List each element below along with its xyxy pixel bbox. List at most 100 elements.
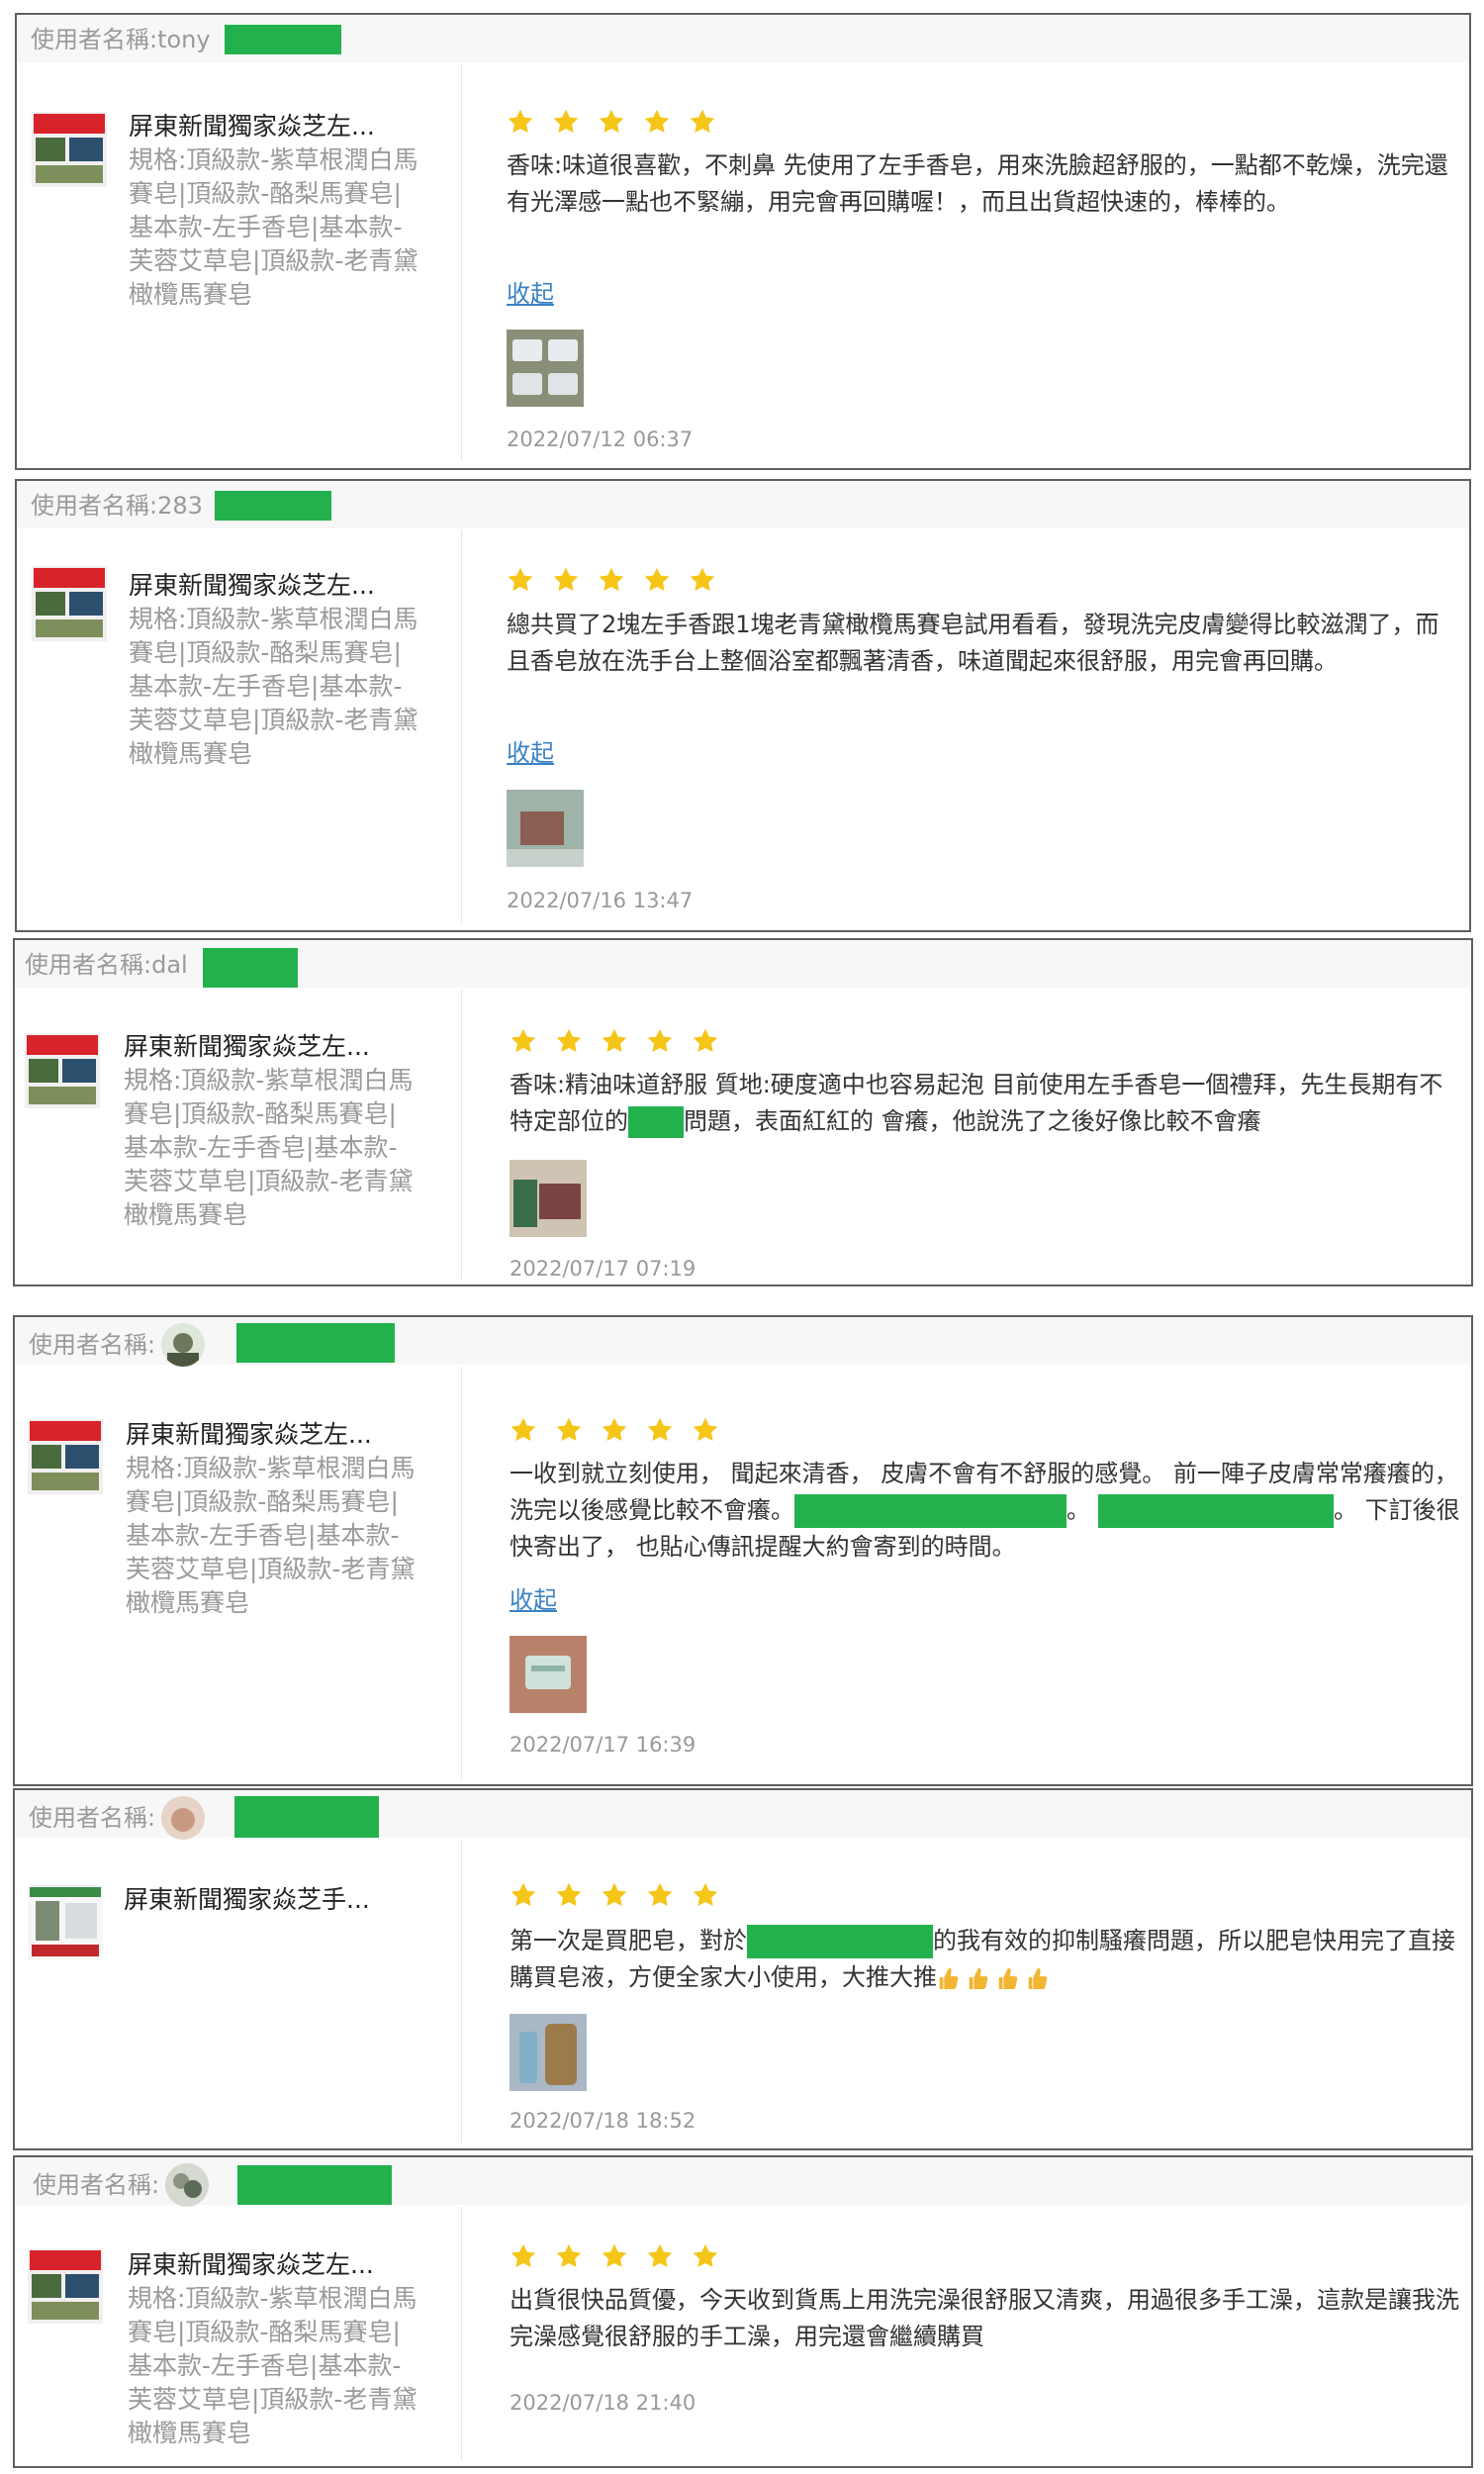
product-title[interactable]: 屏東新聞獨家焱芝左... [129,569,375,603]
star-icon [646,2242,674,2270]
product-spec: 規格:頂級款-紫草根潤白馬賽皂|頂級款-酪梨馬賽皂|基本款-左手香皂|基本款-芙… [129,145,418,309]
review-comment: 香味:精油味道舒服 質地:硬度適中也容易起泡 目前使用左手香皂一個禮拜，先生長期… [510,1067,1464,1140]
comment-text: 問題，表面紅紅的 會癢，他說洗了之後好像比較不會癢 [684,1107,1261,1135]
star-icon [643,566,671,594]
emoji-group [937,1963,1056,1991]
review-date: 2022/07/12 06:37 [507,428,694,451]
review-header: 使用者名稱:tony [17,15,1469,62]
star-rating [510,1027,737,1057]
star-icon [555,1416,583,1444]
redaction-block [236,1323,395,1363]
redaction-block [234,1796,379,1838]
column-divider [461,990,462,1279]
avatar[interactable] [165,2163,210,2207]
review-photo[interactable] [507,330,584,407]
product-thumbnail[interactable] [28,1419,103,1494]
review-comment: 香味:味道很喜歡，不刺鼻 先使用了左手香皂，用來洗臉超舒服的，一點都不乾燥，洗完… [507,151,1448,216]
review-date: 2022/07/16 13:47 [507,889,694,912]
redaction-block [215,491,331,521]
product-thumbnail[interactable] [25,1033,100,1108]
username: 使用者名稱:283 [31,492,203,520]
review-date: 2022/07/17 16:39 [510,1733,696,1757]
review-photo[interactable] [507,790,584,867]
product-title[interactable]: 屏東新聞獨家焱芝左... [124,1030,370,1064]
column-divider [461,2207,462,2460]
review-comment: 出貨很快品質優，今天收到貨馬上用洗完澡很舒服又清爽，用過很多手工澡，這款是讓我洗… [510,2286,1459,2350]
redaction-block [237,2165,392,2205]
star-icon [510,1416,537,1444]
redaction-block [747,1925,933,1958]
collapse-link[interactable]: 收起 [507,274,554,309]
product-spec: 規格:頂級款-紫草根潤白馬賽皂|頂級款-酪梨馬賽皂|基本款-左手香皂|基本款-芙… [129,605,418,768]
star-icon [692,1881,719,1909]
review-comment: 一收到就立刻使用， 聞起來清香， 皮膚不會有不舒服的感覺。 前一陣子皮膚常常癢癢… [510,1456,1464,1566]
product-title[interactable]: 屏東新聞獨家焱芝左... [128,2248,374,2282]
redaction-block [1098,1494,1296,1528]
star-icon [507,566,534,594]
review-photo[interactable] [510,1636,587,1713]
review-header: 使用者名稱: [15,2157,1471,2207]
review-card: 使用者名稱: 屏東新聞獨家焱芝左... 規格:頂級款-紫草根潤白馬賽皂|頂級款-… [13,2155,1473,2468]
review-card: 使用者名稱: 屏東新聞獨家焱芝左... 規格:頂級款-紫草根潤白馬賽皂|頂級款-… [13,1315,1473,1786]
product-thumbnail[interactable] [28,1885,103,1960]
star-icon [598,566,625,594]
collapse-link[interactable]: 收起 [510,1580,557,1615]
avatar[interactable] [161,1323,206,1367]
star-icon [601,2242,628,2270]
review-date: 2022/07/18 18:52 [510,2109,696,2133]
star-rating [507,108,734,138]
review-comment: 第一次是買肥皂，對於 的我有效的抑制騷癢問題，所以肥皂快用完了直接購買皂液，方便全… [510,1923,1464,1996]
review-comment: 總共買了2塊左手香跟1塊老青黛橄欖馬賽皂試用看看，發現洗完皮膚變得比較滋潤了，而… [507,611,1439,675]
product-thumbnail[interactable] [32,566,107,641]
star-icon [601,1027,628,1055]
star-icon [646,1881,674,1909]
redaction-block [628,1106,684,1138]
username: 使用者名稱:tony [31,26,211,53]
username: 使用者名稱: [29,1796,206,1840]
thumbs-up-icon [996,1965,1018,1991]
product-thumbnail[interactable] [28,2248,103,2324]
star-icon [507,108,534,136]
star-rating [510,1416,737,1446]
column-divider [461,530,462,922]
product-title[interactable]: 屏東新聞獨家焱芝左... [126,1418,372,1452]
product-spec: 規格:頂級款-紫草根潤白馬賽皂|頂級款-酪梨馬賽皂|基本款-左手香皂|基本款-芙… [124,1066,414,1229]
star-icon [643,108,671,136]
review-photo[interactable] [510,1160,587,1237]
star-icon [598,108,625,136]
review-photo[interactable] [510,2014,587,2091]
review-card: 使用者名稱:283 屏東新聞獨家焱芝左... 規格:頂級款-紫草根潤白馬賽皂|頂… [15,479,1471,932]
review-date: 2022/07/18 21:40 [510,2391,696,2415]
product-spec: 規格:頂級款-紫草根潤白馬賽皂|頂級款-酪梨馬賽皂|基本款-左手香皂|基本款-芙… [128,2284,417,2447]
review-card: 使用者名稱:tony 屏東新聞獨家焱芝左... 規格:頂級款-紫草根潤白馬賽皂|… [15,13,1471,470]
star-rating [507,566,734,596]
review-card: 使用者名稱: 屏東新聞獨家焱芝手... 第一次是買肥皂，對於 的我有效的抑制騷癢問… [13,1788,1473,2150]
redaction-block [225,25,341,54]
review-header: 使用者名稱:dal [15,940,1471,988]
star-icon [692,2242,719,2270]
star-icon [689,108,716,136]
comment-text: 。 [1067,1496,1090,1524]
product-title[interactable]: 屏東新聞獨家焱芝手... [124,1883,370,1917]
star-icon [646,1416,674,1444]
review-header: 使用者名稱: [15,1317,1471,1367]
username: 使用者名稱: [33,2163,210,2207]
collapse-link[interactable]: 收起 [507,733,554,768]
product-title[interactable]: 屏東新聞獨家焱芝左... [129,110,375,143]
star-icon [601,1416,628,1444]
username: 使用者名稱:dal [25,951,188,979]
star-icon [552,108,580,136]
thumbs-up-icon [967,1965,988,1991]
star-icon [510,2242,537,2270]
product-thumbnail[interactable] [32,112,107,187]
column-divider [461,64,462,460]
username: 使用者名稱: [29,1323,206,1367]
avatar[interactable] [161,1796,206,1840]
star-icon [646,1027,674,1055]
product-spec: 規格:頂級款-紫草根潤白馬賽皂|頂級款-酪梨馬賽皂|基本款-左手香皂|基本款-芙… [126,1454,416,1617]
thumbs-up-icon [937,1965,959,1991]
review-header: 使用者名稱: [15,1790,1471,1840]
star-icon [555,1027,583,1055]
review-date: 2022/07/17 07:19 [510,1257,696,1281]
star-icon [692,1416,719,1444]
